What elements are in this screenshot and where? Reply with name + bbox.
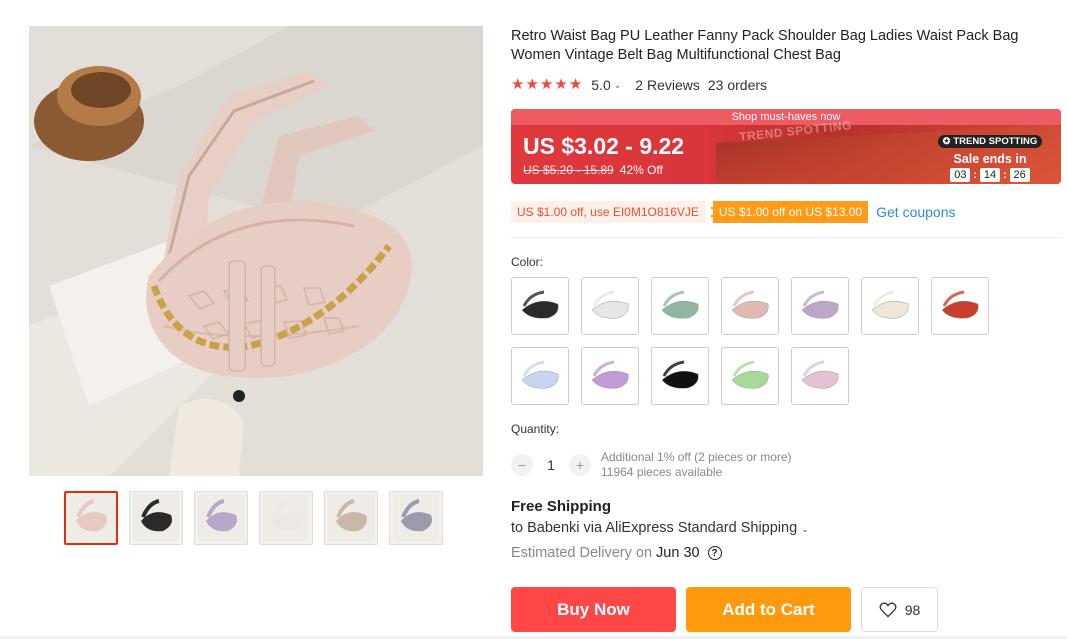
color-swatches — [511, 277, 989, 405]
buy-now-button[interactable]: Buy Now — [511, 587, 676, 632]
promo-strip[interactable]: Shop must-haves now — [511, 109, 1061, 125]
wishlist-count: 98 — [904, 601, 921, 618]
swatch-green-holo-image — [726, 352, 774, 400]
heart-icon — [879, 602, 897, 617]
swatch-red[interactable] — [931, 277, 989, 335]
get-coupons-link[interactable]: Get coupons — [876, 204, 955, 220]
thumb-white-bag-image — [263, 495, 309, 541]
thumb-color-chart[interactable] — [324, 491, 378, 545]
estimated-delivery-date: Jun 30 — [656, 545, 700, 561]
star-icon: ★ — [539, 76, 554, 93]
swatch-black-nylon-image — [656, 352, 704, 400]
color-label: Color: — [511, 255, 544, 269]
current-price: US $3.02 - 9.22 — [523, 133, 685, 159]
coupon-row: US $1.00 off, use EI0M1O816VJE US $1.00 … — [511, 201, 956, 223]
swatch-purple-holo[interactable] — [581, 347, 639, 405]
thumb-purple-bag[interactable] — [194, 491, 248, 545]
countdown-separator: : — [1003, 169, 1007, 181]
swatch-pink-holo[interactable] — [791, 347, 849, 405]
countdown-timer: 03 : 14 : 26 — [935, 168, 1045, 182]
rating-value[interactable]: 5.0 — [591, 77, 610, 93]
quantity-stepper: − 1 + Additional 1% off (2 pieces or mor… — [511, 450, 792, 480]
stock-note: 11964 pieces available — [601, 465, 723, 479]
thumb-black-bag-image — [133, 495, 179, 541]
thumbnail-strip — [64, 491, 443, 545]
swatch-pink[interactable] — [721, 277, 779, 335]
help-icon[interactable]: ? — [707, 546, 722, 560]
sale-ends-label: Sale ends in — [953, 152, 1027, 166]
star-icon: ★ — [568, 76, 583, 93]
swatch-lavender-holo-image — [516, 352, 564, 400]
quantity-info: Additional 1% off (2 pieces or more) 119… — [601, 450, 792, 480]
swatch-red-image — [936, 282, 984, 330]
chevron-down-icon[interactable]: ⌄ — [801, 524, 809, 534]
rating-row: ★ ★ ★ ★ ★ 5.0 ⌄ 2 Reviews 23 orders — [511, 76, 767, 94]
chevron-down-icon[interactable]: ⌄ — [614, 80, 622, 91]
quantity-minus-button[interactable]: − — [511, 454, 533, 476]
rating-stars: ★ ★ ★ ★ ★ — [511, 76, 582, 94]
countdown-seconds: 26 — [1009, 168, 1030, 182]
trend-badge: ✪ TREND SPOTTING — [937, 135, 1043, 148]
add-to-cart-button[interactable]: Add to Cart — [686, 587, 851, 632]
swatch-white[interactable] — [581, 277, 639, 335]
swatch-pink-holo-image — [796, 352, 844, 400]
countdown-minutes: 14 — [980, 168, 1000, 182]
swatch-black[interactable] — [511, 277, 569, 335]
reviews-link[interactable]: 2 Reviews — [635, 77, 700, 93]
thumb-grey-bag[interactable] — [389, 491, 443, 545]
quantity-input[interactable]: 1 — [533, 457, 569, 473]
orders-count: 23 orders — [707, 77, 768, 93]
swatch-black-image — [516, 282, 564, 330]
thumb-purple-bag-image — [198, 495, 244, 541]
thumb-black-bag[interactable] — [129, 491, 183, 545]
product-title: Retro Waist Bag PU Leather Fanny Pack Sh… — [511, 28, 1019, 63]
shipping-title: Free Shipping — [511, 498, 612, 515]
divider — [511, 237, 1061, 238]
store-coupon[interactable]: US $1.00 off on US $13.00 — [710, 201, 869, 223]
thumb-white-bag[interactable] — [259, 491, 313, 545]
thumb-color-chart-image — [328, 495, 374, 541]
estimated-delivery: Estimated Delivery on Jun 30 ? — [511, 545, 722, 561]
shipping-method-label: to Babenki via AliExpress Standard Shipp… — [511, 520, 798, 536]
quantity-plus-button[interactable]: + — [569, 454, 591, 476]
shipping-method[interactable]: to Babenki via AliExpress Standard Shipp… — [511, 520, 809, 536]
swatch-black-nylon[interactable] — [651, 347, 709, 405]
trend-icon: ✪ — [942, 136, 951, 146]
thumb-pink-bag-image — [68, 495, 114, 541]
pink-croc-waist-bag-photo — [29, 26, 483, 476]
trend-box: ✪ TREND SPOTTING Sale ends in 03 : 14 : 2… — [935, 131, 1045, 182]
trend-badge-label: TREND SPOTTING — [953, 136, 1038, 147]
swatch-green-image — [656, 282, 704, 330]
original-price: US $5.20 - 15.89 — [523, 163, 614, 177]
swatch-pink-image — [726, 282, 774, 330]
swatch-green[interactable] — [651, 277, 709, 335]
swatch-white-image — [586, 282, 634, 330]
star-icon: ★ — [525, 76, 539, 93]
countdown-separator: : — [973, 169, 977, 181]
estimated-delivery-label: Estimated Delivery on — [511, 545, 653, 561]
thumb-pink-bag[interactable] — [64, 491, 118, 545]
swatch-green-holo[interactable] — [721, 347, 779, 405]
star-icon: ★ — [554, 76, 568, 93]
countdown-hours: 03 — [950, 168, 971, 182]
swatch-purple-image — [796, 282, 844, 330]
swatch-lavender-holo[interactable] — [511, 347, 569, 405]
swatch-purple[interactable] — [791, 277, 849, 335]
swatch-cream-image — [866, 282, 914, 330]
original-price-row: US $5.20 - 15.89 42% Off — [523, 163, 663, 177]
thumb-grey-bag-image — [393, 495, 439, 541]
code-coupon[interactable]: US $1.00 off, use EI0M1O816VJE — [511, 201, 705, 223]
discount-label: 42% Off — [619, 163, 663, 177]
wishlist-button[interactable]: 98 — [861, 587, 938, 632]
bulk-discount-note: Additional 1% off (2 pieces or more) — [601, 450, 792, 464]
price-banner: Shop must-haves now TREND SPOTTING US $3… — [511, 109, 1061, 184]
main-product-image[interactable] — [29, 26, 483, 476]
swatch-purple-holo-image — [586, 352, 634, 400]
swatch-cream[interactable] — [861, 277, 919, 335]
quantity-label: Quantity: — [511, 422, 560, 436]
star-icon: ★ — [511, 76, 525, 93]
